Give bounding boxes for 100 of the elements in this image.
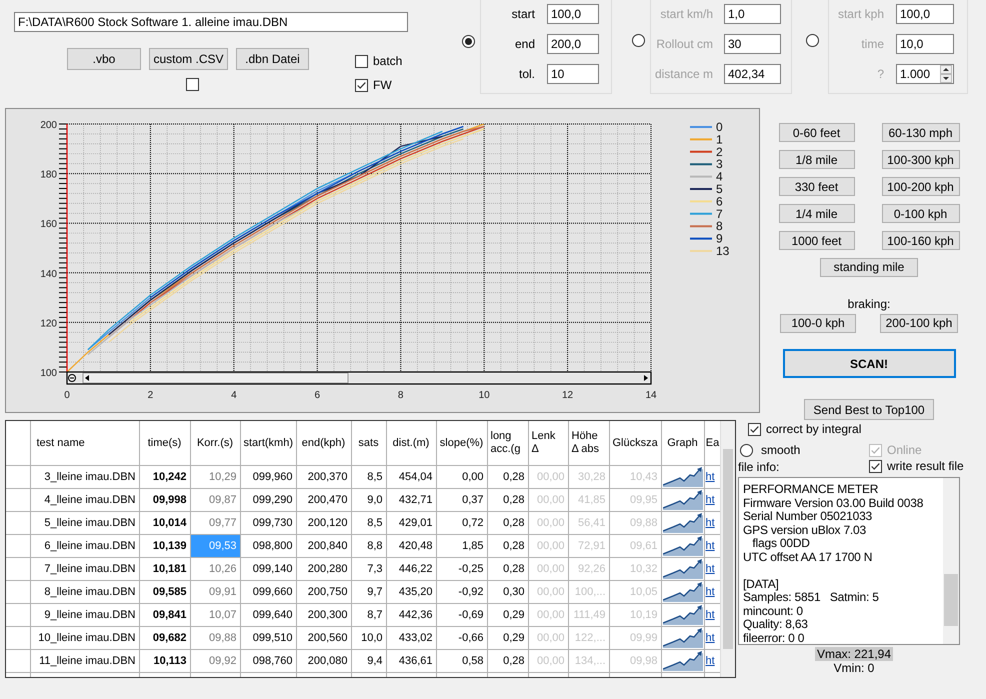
table-cell: 10,05 <box>609 580 661 604</box>
table-cell: 5_lleine imau.DBN <box>30 512 139 534</box>
table-cell: -0,66 <box>436 626 487 650</box>
table-cell: 433,02 <box>386 626 436 650</box>
table-cell: 200,280 <box>296 558 351 580</box>
table-cell: 0,28 <box>487 650 528 672</box>
table-cell: 9_lleine imau.DBN <box>30 604 139 626</box>
table-cell: 10,242 <box>139 466 190 488</box>
table-cell: 00,00 <box>528 466 568 488</box>
table-cell: 10,113 <box>139 650 190 672</box>
table-cell: 1,85 <box>436 534 487 558</box>
table-cell: 41,85 <box>568 488 609 512</box>
axis-label: 160 <box>40 219 57 230</box>
table-cell: 4_lleine imau.DBN <box>30 488 139 512</box>
table-cell: 0,37 <box>436 488 487 512</box>
file-info-line: Firmware Version 03.00 Build 0038 <box>743 496 924 510</box>
legend-label: 13 <box>716 244 730 258</box>
table-cell: 435,20 <box>386 580 436 604</box>
axis-label: 8 <box>398 390 404 401</box>
field-label: start <box>510 7 535 21</box>
table-cell: 0,28 <box>487 488 528 512</box>
table-cell: 00,00 <box>528 512 568 534</box>
file-info-line: [DATA] <box>743 578 780 591</box>
section-label: braking: <box>848 296 890 311</box>
file-info-line: Quality: 8,63 <box>743 618 809 632</box>
table-cell: 10_lleine imau.DBN <box>30 626 139 650</box>
table-cell: 00,00 <box>528 604 568 626</box>
table-cell: 8,5 <box>351 466 386 488</box>
table-cell: 0,29 <box>487 604 528 626</box>
legend-label: 6 <box>716 194 723 208</box>
table-cell: 09,98 <box>609 650 661 672</box>
field-label: ? <box>876 67 884 81</box>
legend-label: 5 <box>716 182 723 196</box>
table-cell: 00,00 <box>528 580 568 604</box>
file-info-line: UTC offset AA 17 1700 N <box>743 550 874 564</box>
table-cell: 446,22 <box>386 558 436 580</box>
field-label: start kph <box>836 7 884 21</box>
table-cell: 9,4 <box>351 650 386 672</box>
table-cell: 09,95 <box>609 488 661 512</box>
table-cell: 8,8 <box>351 534 386 558</box>
table-cell: 10,181 <box>139 558 190 580</box>
table-cell: 30,28 <box>568 466 609 488</box>
table-cell: 098,760 <box>240 650 296 672</box>
checkbox-label: batch <box>373 54 402 68</box>
checkbox-label: correct by integral <box>766 422 862 436</box>
table-cell: 099,140 <box>240 558 296 580</box>
field-label: tol. <box>518 67 535 81</box>
radio-label: smooth <box>761 443 800 457</box>
axis-label: 6 <box>314 390 320 401</box>
legend-label: 2 <box>716 144 723 159</box>
file-info-line: Serial Number 05021033 <box>743 510 874 524</box>
table-cell: 10,19 <box>609 604 661 626</box>
table-cell: 09,998 <box>139 488 190 512</box>
table-cell: 10,32 <box>609 558 661 580</box>
checkbox-label: write result file <box>887 459 964 473</box>
axis-label: 10 <box>478 390 490 401</box>
table-cell: 8,5 <box>351 512 386 534</box>
axis-label: 140 <box>40 268 57 280</box>
table-cell: 09,585 <box>139 580 190 604</box>
table-cell: 7_lleine imau.DBN <box>30 558 139 580</box>
table-cell: 00,00 <box>528 534 568 558</box>
table-cell: 200,120 <box>296 512 351 534</box>
table-cell: -0,92 <box>436 580 487 604</box>
legend-label: 4 <box>716 170 723 184</box>
table-cell: 200,560 <box>296 626 351 650</box>
axis-label: 14 <box>645 390 657 401</box>
table-cell: 10,0 <box>351 626 386 650</box>
table-cell: 9,0 <box>351 488 386 512</box>
table-cell: 429,01 <box>386 512 436 534</box>
table-cell: 099,510 <box>240 626 296 650</box>
field-label: distance m <box>654 67 713 81</box>
axis-label: 120 <box>40 318 57 330</box>
file-info-line: flags 00DD <box>751 537 811 550</box>
table-cell: 200,750 <box>296 580 351 604</box>
table-cell: 00,00 <box>528 558 568 580</box>
table-cell: 00,00 <box>528 488 568 512</box>
table-cell: 0,72 <box>436 512 487 534</box>
legend-label: 9 <box>716 232 723 246</box>
file-info-line: Samples: 5851 Satmin: 5 <box>743 591 880 604</box>
table-cell: 436,61 <box>386 650 436 672</box>
checkbox-label: FW <box>373 78 392 92</box>
table-cell: 200,080 <box>296 650 351 672</box>
table-cell: 9,7 <box>351 580 386 604</box>
table-cell: 122,... <box>568 626 609 650</box>
vmin-label: Vmin: 0 <box>834 661 874 675</box>
field-label: start km/h <box>659 7 713 21</box>
table-cell: 442,36 <box>386 604 436 626</box>
table-cell: 09,88 <box>609 512 661 534</box>
checkbox-label: Online <box>887 443 922 457</box>
table-cell: 099,640 <box>240 604 296 626</box>
table-cell: 0,30 <box>487 580 528 604</box>
legend-label: 3 <box>716 157 723 172</box>
table-cell: 134,... <box>568 650 609 672</box>
table-cell: 09,682 <box>139 626 190 650</box>
table-cell: 7,3 <box>351 558 386 580</box>
table-cell: 56,41 <box>568 512 609 534</box>
file-info-line: PERFORMANCE METER <box>743 483 880 496</box>
table-cell: -0,69 <box>436 604 487 626</box>
table-cell: 098,800 <box>240 534 296 558</box>
axis-label: 4 <box>231 390 237 401</box>
